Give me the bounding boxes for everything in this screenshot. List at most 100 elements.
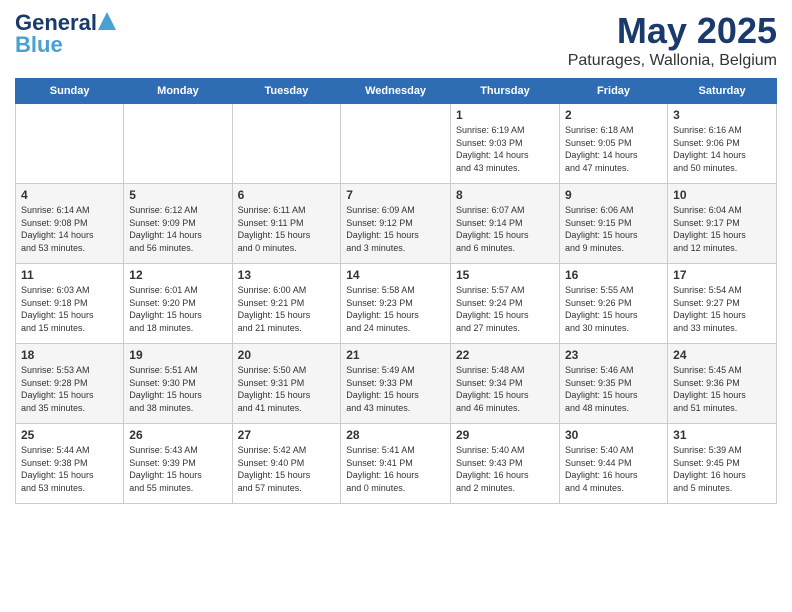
calendar-cell: 4 Sunrise: 6:14 AM Sunset: 9:08 PM Daylig… <box>16 184 124 264</box>
day-number: 5 <box>129 188 226 202</box>
calendar-cell <box>16 104 124 184</box>
weekday-header-thursday: Thursday <box>450 79 559 104</box>
day-info: Sunrise: 5:48 AM Sunset: 9:34 PM Dayligh… <box>456 364 554 414</box>
day-info: Sunrise: 6:16 AM Sunset: 9:06 PM Dayligh… <box>673 124 771 174</box>
day-info: Sunrise: 6:00 AM Sunset: 9:21 PM Dayligh… <box>238 284 336 334</box>
day-info: Sunrise: 6:03 AM Sunset: 9:18 PM Dayligh… <box>21 284 118 334</box>
day-number: 4 <box>21 188 118 202</box>
day-number: 26 <box>129 428 226 442</box>
day-number: 18 <box>21 348 118 362</box>
day-info: Sunrise: 5:57 AM Sunset: 9:24 PM Dayligh… <box>456 284 554 334</box>
calendar-table: SundayMondayTuesdayWednesdayThursdayFrid… <box>15 78 777 504</box>
day-info: Sunrise: 5:58 AM Sunset: 9:23 PM Dayligh… <box>346 284 445 334</box>
day-info: Sunrise: 5:55 AM Sunset: 9:26 PM Dayligh… <box>565 284 662 334</box>
day-number: 28 <box>346 428 445 442</box>
day-info: Sunrise: 5:41 AM Sunset: 9:41 PM Dayligh… <box>346 444 445 494</box>
calendar-cell: 29Sunrise: 5:40 AM Sunset: 9:43 PM Dayli… <box>450 424 559 504</box>
day-info: Sunrise: 6:12 AM Sunset: 9:09 PM Dayligh… <box>129 204 226 254</box>
weekday-header-row: SundayMondayTuesdayWednesdayThursdayFrid… <box>16 79 777 104</box>
day-number: 24 <box>673 348 771 362</box>
calendar-cell: 25 Sunrise: 5:44 AM Sunset: 9:38 PM Dayli… <box>16 424 124 504</box>
day-number: 10 <box>673 188 771 202</box>
weekday-header-monday: Monday <box>124 79 232 104</box>
week-row-1: 1Sunrise: 6:19 AM Sunset: 9:03 PM Daylig… <box>16 104 777 184</box>
day-number: 12 <box>129 268 226 282</box>
day-info: Sunrise: 5:40 AM Sunset: 9:43 PM Dayligh… <box>456 444 554 494</box>
week-row-3: 11 Sunrise: 6:03 AM Sunset: 9:18 PM Dayli… <box>16 264 777 344</box>
calendar-cell: 30 Sunrise: 5:40 AM Sunset: 9:44 PM Dayli… <box>559 424 667 504</box>
calendar-subtitle: Paturages, Wallonia, Belgium <box>568 52 777 70</box>
calendar-cell: 28 Sunrise: 5:41 AM Sunset: 9:41 PM Dayli… <box>341 424 451 504</box>
calendar-cell: 10 Sunrise: 6:04 AM Sunset: 9:17 PM Dayli… <box>668 184 777 264</box>
day-number: 19 <box>129 348 226 362</box>
day-info: Sunrise: 6:18 AM Sunset: 9:05 PM Dayligh… <box>565 124 662 174</box>
calendar-cell <box>124 104 232 184</box>
day-info: Sunrise: 5:49 AM Sunset: 9:33 PM Dayligh… <box>346 364 445 414</box>
title-block: May 2025 Paturages, Wallonia, Belgium <box>568 10 777 70</box>
day-number: 16 <box>565 268 662 282</box>
calendar-cell: 19Sunrise: 5:51 AM Sunset: 9:30 PM Dayli… <box>124 344 232 424</box>
calendar-cell: 24 Sunrise: 5:45 AM Sunset: 9:36 PM Dayli… <box>668 344 777 424</box>
day-info: Sunrise: 6:06 AM Sunset: 9:15 PM Dayligh… <box>565 204 662 254</box>
day-number: 15 <box>456 268 554 282</box>
calendar-cell: 1Sunrise: 6:19 AM Sunset: 9:03 PM Daylig… <box>450 104 559 184</box>
calendar-cell: 13 Sunrise: 6:00 AM Sunset: 9:21 PM Dayli… <box>232 264 341 344</box>
day-number: 30 <box>565 428 662 442</box>
day-info: Sunrise: 6:14 AM Sunset: 9:08 PM Dayligh… <box>21 204 118 254</box>
logo-arrow-icon <box>98 12 116 30</box>
day-info: Sunrise: 6:19 AM Sunset: 9:03 PM Dayligh… <box>456 124 554 174</box>
day-number: 6 <box>238 188 336 202</box>
day-number: 22 <box>456 348 554 362</box>
day-number: 14 <box>346 268 445 282</box>
day-number: 23 <box>565 348 662 362</box>
calendar-cell: 21 Sunrise: 5:49 AM Sunset: 9:33 PM Dayli… <box>341 344 451 424</box>
calendar-cell: 18 Sunrise: 5:53 AM Sunset: 9:28 PM Dayli… <box>16 344 124 424</box>
day-info: Sunrise: 5:40 AM Sunset: 9:44 PM Dayligh… <box>565 444 662 494</box>
calendar-cell <box>341 104 451 184</box>
day-info: Sunrise: 5:44 AM Sunset: 9:38 PM Dayligh… <box>21 444 118 494</box>
week-row-2: 4 Sunrise: 6:14 AM Sunset: 9:08 PM Daylig… <box>16 184 777 264</box>
day-info: Sunrise: 6:07 AM Sunset: 9:14 PM Dayligh… <box>456 204 554 254</box>
day-number: 25 <box>21 428 118 442</box>
day-info: Sunrise: 6:01 AM Sunset: 9:20 PM Dayligh… <box>129 284 226 334</box>
weekday-header-tuesday: Tuesday <box>232 79 341 104</box>
day-number: 11 <box>21 268 118 282</box>
weekday-header-wednesday: Wednesday <box>341 79 451 104</box>
calendar-cell: 3 Sunrise: 6:16 AM Sunset: 9:06 PM Daylig… <box>668 104 777 184</box>
day-info: Sunrise: 5:53 AM Sunset: 9:28 PM Dayligh… <box>21 364 118 414</box>
logo: General Blue <box>15 10 116 58</box>
day-info: Sunrise: 5:42 AM Sunset: 9:40 PM Dayligh… <box>238 444 336 494</box>
day-number: 9 <box>565 188 662 202</box>
day-number: 8 <box>456 188 554 202</box>
calendar-cell <box>232 104 341 184</box>
day-number: 21 <box>346 348 445 362</box>
day-number: 7 <box>346 188 445 202</box>
day-number: 3 <box>673 108 771 122</box>
weekday-header-saturday: Saturday <box>668 79 777 104</box>
day-number: 20 <box>238 348 336 362</box>
calendar-cell: 5 Sunrise: 6:12 AM Sunset: 9:09 PM Daylig… <box>124 184 232 264</box>
calendar-cell: 2 Sunrise: 6:18 AM Sunset: 9:05 PM Daylig… <box>559 104 667 184</box>
weekday-header-sunday: Sunday <box>16 79 124 104</box>
day-info: Sunrise: 5:46 AM Sunset: 9:35 PM Dayligh… <box>565 364 662 414</box>
day-info: Sunrise: 5:50 AM Sunset: 9:31 PM Dayligh… <box>238 364 336 414</box>
day-info: Sunrise: 5:39 AM Sunset: 9:45 PM Dayligh… <box>673 444 771 494</box>
day-info: Sunrise: 5:45 AM Sunset: 9:36 PM Dayligh… <box>673 364 771 414</box>
calendar-cell: 17Sunrise: 5:54 AM Sunset: 9:27 PM Dayli… <box>668 264 777 344</box>
calendar-cell: 7Sunrise: 6:09 AM Sunset: 9:12 PM Daylig… <box>341 184 451 264</box>
calendar-cell: 11 Sunrise: 6:03 AM Sunset: 9:18 PM Dayli… <box>16 264 124 344</box>
day-number: 2 <box>565 108 662 122</box>
day-number: 13 <box>238 268 336 282</box>
week-row-5: 25 Sunrise: 5:44 AM Sunset: 9:38 PM Dayli… <box>16 424 777 504</box>
calendar-cell: 23 Sunrise: 5:46 AM Sunset: 9:35 PM Dayli… <box>559 344 667 424</box>
calendar-cell: 15 Sunrise: 5:57 AM Sunset: 9:24 PM Dayli… <box>450 264 559 344</box>
calendar-cell: 6Sunrise: 6:11 AM Sunset: 9:11 PM Daylig… <box>232 184 341 264</box>
logo-blue-text: Blue <box>15 32 63 58</box>
calendar-cell: 16 Sunrise: 5:55 AM Sunset: 9:26 PM Dayli… <box>559 264 667 344</box>
week-row-4: 18 Sunrise: 5:53 AM Sunset: 9:28 PM Dayli… <box>16 344 777 424</box>
calendar-cell: 31Sunrise: 5:39 AM Sunset: 9:45 PM Dayli… <box>668 424 777 504</box>
calendar-cell: 12 Sunrise: 6:01 AM Sunset: 9:20 PM Dayli… <box>124 264 232 344</box>
day-number: 27 <box>238 428 336 442</box>
day-info: Sunrise: 6:04 AM Sunset: 9:17 PM Dayligh… <box>673 204 771 254</box>
calendar-cell: 9 Sunrise: 6:06 AM Sunset: 9:15 PM Daylig… <box>559 184 667 264</box>
